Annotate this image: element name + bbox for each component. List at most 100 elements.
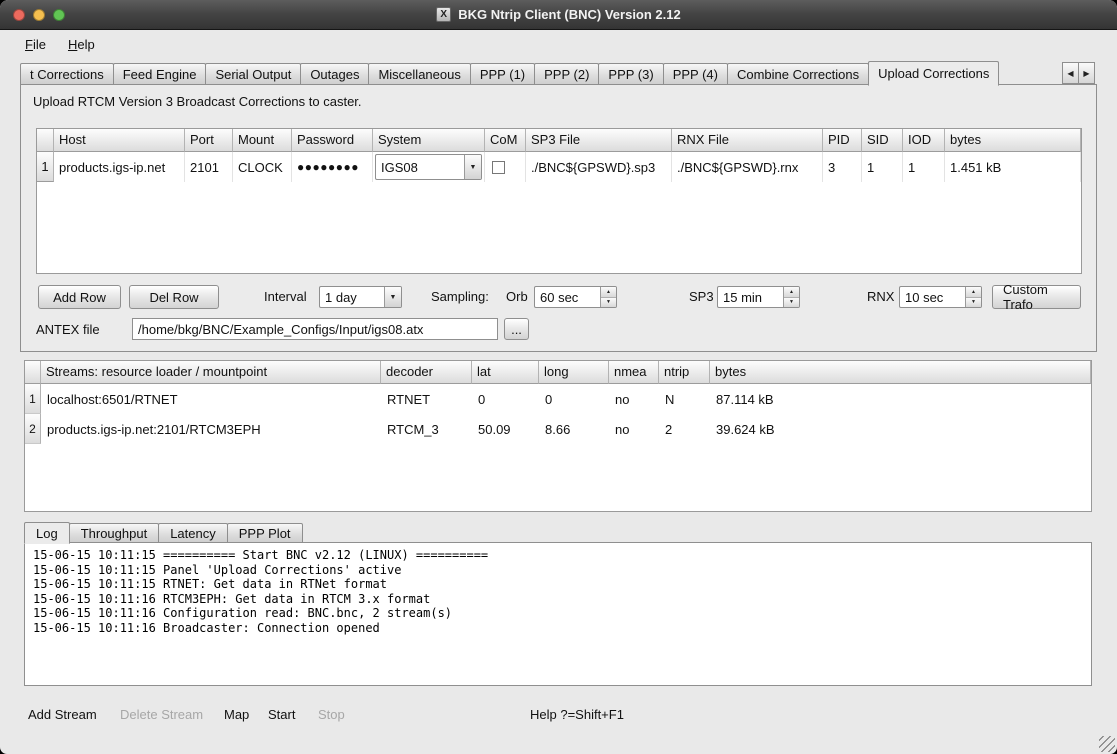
log-line: 15-06-15 10:11:16 Broadcaster: Connectio… <box>33 621 1083 636</box>
bytes-cell: 87.114 kB <box>710 384 1091 414</box>
password-cell[interactable]: ●●●●●●●● <box>292 152 373 182</box>
system-combobox[interactable]: IGS08 ▼ <box>373 152 485 182</box>
menu-bar: File Help <box>0 31 1117 57</box>
tab-miscellaneous[interactable]: Miscellaneous <box>368 63 470 85</box>
delete-stream-button[interactable]: Delete Stream <box>120 707 203 722</box>
resize-grip[interactable] <box>1099 736 1115 752</box>
tab-log[interactable]: Log <box>24 522 70 544</box>
sp3-sampling-spinbox[interactable]: 15 min ▲ ▼ <box>717 286 800 308</box>
window-title: BKG Ntrip Client (BNC) Version 2.12 <box>458 7 680 22</box>
tab-scroll-right-button[interactable]: ▶ <box>1078 62 1095 84</box>
row-number: 1 <box>37 152 54 182</box>
x11-app-icon: X <box>436 7 451 22</box>
minimize-button[interactable] <box>33 9 45 21</box>
stream-row[interactable]: 2 products.igs-ip.net:2101/RTCM3EPH RTCM… <box>25 414 1091 444</box>
sid-cell[interactable]: 1 <box>862 152 903 182</box>
column-header-bytes: bytes <box>945 129 1081 152</box>
custom-trafo-button[interactable]: Custom Trafo <box>992 285 1081 309</box>
close-button[interactable] <box>13 9 25 21</box>
orb-label: Orb <box>506 289 528 304</box>
spin-down-icon[interactable]: ▼ <box>601 298 616 308</box>
chevron-down-icon[interactable]: ▼ <box>464 155 481 179</box>
tab-ppp-1[interactable]: PPP (1) <box>470 63 535 85</box>
orb-sampling-spinbox[interactable]: 60 sec ▲ ▼ <box>534 286 617 308</box>
tab-throughput[interactable]: Throughput <box>69 523 160 543</box>
tab-latency[interactable]: Latency <box>158 523 228 543</box>
column-header-rnx-file: RNX File <box>672 129 823 152</box>
bytes-cell: 39.624 kB <box>710 414 1091 444</box>
chevron-down-icon[interactable]: ▼ <box>384 287 401 307</box>
tab-scroll-buttons: ◀ ▶ <box>1063 62 1095 84</box>
corner-header <box>25 361 41 384</box>
right-arrow-icon: ▶ <box>1083 69 1089 78</box>
column-header-port: Port <box>185 129 233 152</box>
spin-up-icon[interactable]: ▲ <box>601 287 616 298</box>
column-header-bytes: bytes <box>710 361 1091 384</box>
tab-ppp-2[interactable]: PPP (2) <box>534 63 599 85</box>
log-output[interactable]: 15-06-15 10:11:15 ========== Start BNC v… <box>24 542 1092 686</box>
interval-combobox[interactable]: 1 day ▼ <box>319 286 402 308</box>
mountpoint-cell: localhost:6501/RTNET <box>41 384 381 414</box>
host-cell[interactable]: products.igs-ip.net <box>54 152 185 182</box>
orb-spin-arrows: ▲ ▼ <box>600 287 616 307</box>
com-cell <box>485 152 526 182</box>
upload-table-header: Host Port Mount Password System CoM SP3 … <box>37 129 1081 152</box>
start-button[interactable]: Start <box>268 707 295 722</box>
pid-cell[interactable]: 3 <box>823 152 862 182</box>
tab-ppp-4[interactable]: PPP (4) <box>663 63 728 85</box>
zoom-button[interactable] <box>53 9 65 21</box>
menu-file[interactable]: File <box>25 37 46 52</box>
app-window: X BKG Ntrip Client (BNC) Version 2.12 Fi… <box>0 0 1117 754</box>
sp3-label: SP3 <box>689 289 714 304</box>
rnx-label: RNX <box>867 289 894 304</box>
tab-scroll-left-button[interactable]: ◀ <box>1062 62 1079 84</box>
spin-up-icon[interactable]: ▲ <box>784 287 799 298</box>
log-line: 15-06-15 10:11:16 Configuration read: BN… <box>33 606 1083 621</box>
tab-feed-engine[interactable]: Feed Engine <box>113 63 207 85</box>
tab-serial-output[interactable]: Serial Output <box>205 63 301 85</box>
add-row-button[interactable]: Add Row <box>38 285 121 309</box>
stream-row[interactable]: 1 localhost:6501/RTNET RTNET 0 0 no N 87… <box>25 384 1091 414</box>
ntrip-cell: N <box>659 384 710 414</box>
stop-button[interactable]: Stop <box>318 707 345 722</box>
column-header-long: long <box>539 361 609 384</box>
panel-description: Upload RTCM Version 3 Broadcast Correcti… <box>33 94 362 109</box>
tab-outages[interactable]: Outages <box>300 63 369 85</box>
screen: X BKG Ntrip Client (BNC) Version 2.12 Fi… <box>0 0 1117 754</box>
mount-cell[interactable]: CLOCK <box>233 152 292 182</box>
title-bar[interactable]: X BKG Ntrip Client (BNC) Version 2.12 <box>0 0 1117 30</box>
log-tab-bar: Log Throughput Latency PPP Plot <box>24 521 303 543</box>
tab-upload-corrections[interactable]: Upload Corrections <box>868 61 999 86</box>
menu-help[interactable]: Help <box>68 37 95 52</box>
rnx-file-cell[interactable]: ./BNC${GPSWD}.rnx <box>672 152 823 182</box>
title-group: X BKG Ntrip Client (BNC) Version 2.12 <box>436 7 680 22</box>
rnx-sampling-spinbox[interactable]: 10 sec ▲ ▼ <box>899 286 982 308</box>
port-cell[interactable]: 2101 <box>185 152 233 182</box>
spin-up-icon[interactable]: ▲ <box>966 287 981 298</box>
map-button[interactable]: Map <box>224 707 249 722</box>
log-line: 15-06-15 10:11:16 RTCM3EPH: Get data in … <box>33 592 1083 607</box>
antex-browse-button[interactable]: ... <box>504 318 529 340</box>
decoder-cell: RTNET <box>381 384 472 414</box>
left-arrow-icon: ◀ <box>1067 69 1073 78</box>
tab-broadcast-corrections[interactable]: t Corrections <box>20 63 114 85</box>
tab-ppp-plot[interactable]: PPP Plot <box>227 523 303 543</box>
column-header-password: Password <box>292 129 373 152</box>
mountpoint-cell: products.igs-ip.net:2101/RTCM3EPH <box>41 414 381 444</box>
tab-combine-corrections[interactable]: Combine Corrections <box>727 63 869 85</box>
antex-file-input[interactable]: /home/bkg/BNC/Example_Configs/Input/igs0… <box>132 318 498 340</box>
spin-down-icon[interactable]: ▼ <box>784 298 799 308</box>
column-header-decoder: decoder <box>381 361 472 384</box>
spin-down-icon[interactable]: ▼ <box>966 298 981 308</box>
streams-table-header: Streams: resource loader / mountpoint de… <box>25 361 1091 384</box>
streams-table: Streams: resource loader / mountpoint de… <box>24 360 1092 512</box>
iod-cell[interactable]: 1 <box>903 152 945 182</box>
ntrip-cell: 2 <box>659 414 710 444</box>
del-row-button[interactable]: Del Row <box>129 285 219 309</box>
help-shortcut-label: Help ?=Shift+F1 <box>530 707 624 722</box>
tab-ppp-3[interactable]: PPP (3) <box>598 63 663 85</box>
sp3-sampling-value: 15 min <box>718 287 783 307</box>
sp3-file-cell[interactable]: ./BNC${GPSWD}.sp3 <box>526 152 672 182</box>
com-checkbox[interactable] <box>492 161 505 174</box>
add-stream-button[interactable]: Add Stream <box>28 707 97 722</box>
